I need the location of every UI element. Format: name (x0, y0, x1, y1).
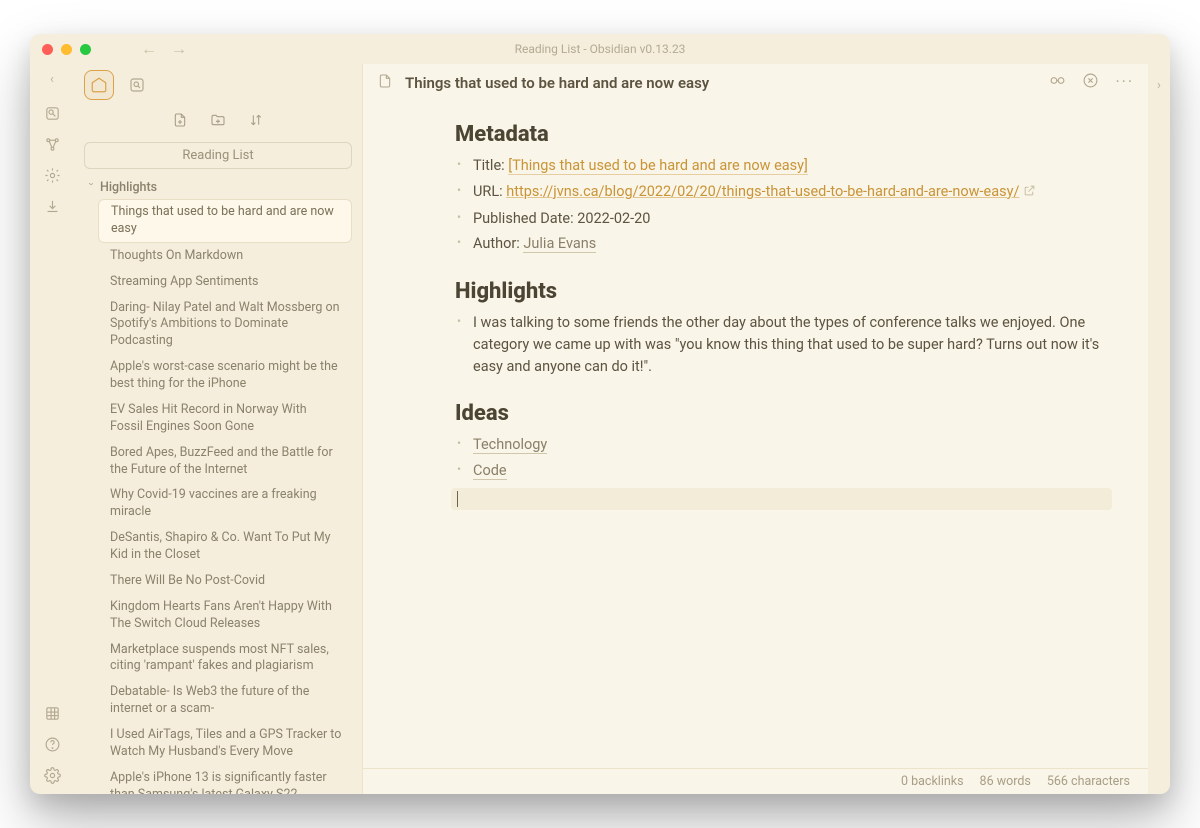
file-tree-item[interactable]: EV Sales Hit Record in Norway With Fossi… (98, 398, 352, 440)
file-tree-item[interactable]: Thoughts On Markdown (98, 244, 352, 269)
file-tree-item[interactable]: Debatable- Is Web3 the future of the int… (98, 680, 352, 722)
file-explorer-tab[interactable] (84, 70, 114, 100)
document-body[interactable]: Metadata Title: [Things that used to be … (363, 102, 1148, 768)
folder-highlights[interactable]: › Highlights (80, 177, 356, 198)
left-ribbon: ‹ (30, 64, 74, 794)
vault-name[interactable]: Reading List (84, 142, 352, 169)
file-tree-item[interactable]: There Will Be No Post-Covid (98, 569, 352, 594)
close-window-button[interactable] (42, 44, 53, 55)
sidebar-actions (74, 106, 362, 142)
chevron-down-icon: › (86, 183, 97, 193)
minimize-window-button[interactable] (61, 44, 72, 55)
close-pane-icon[interactable] (1082, 72, 1099, 93)
meta-url-row: URL: https://jvns.ca/blog/2022/02/20/thi… (455, 179, 1112, 206)
title-link[interactable]: [Things that used to be hard and are now… (508, 157, 808, 175)
window-controls (42, 44, 91, 55)
quick-switcher-icon[interactable] (44, 105, 61, 122)
file-tree-item[interactable]: Marketplace suspends most NFT sales, cit… (98, 638, 352, 680)
meta-author-row: Author: Julia Evans (455, 231, 1112, 257)
active-editor-line[interactable] (451, 488, 1112, 510)
file-tree-item[interactable]: Apple's iPhone 13 is significantly faste… (98, 766, 352, 794)
file-tree-item[interactable]: Apple's worst-case scenario might be the… (98, 355, 352, 397)
file-tree: › Highlights Things that used to be hard… (74, 177, 362, 794)
history-nav: ← → (141, 39, 187, 59)
file-tree-item[interactable]: Streaming App Sentiments (98, 270, 352, 295)
reading-view-icon[interactable] (1049, 72, 1066, 93)
external-link-icon (1023, 182, 1036, 204)
grid-icon[interactable] (44, 705, 61, 722)
idea-link[interactable]: Technology (473, 436, 547, 454)
settings-ribbon-icon[interactable] (44, 167, 61, 184)
editor-pane: Things that used to be hard and are now … (362, 64, 1148, 794)
document-icon (377, 73, 393, 93)
highlights-heading: Highlights (455, 279, 1112, 304)
document-title[interactable]: Things that used to be hard and are now … (405, 74, 1037, 92)
file-tree-item[interactable]: Things that used to be hard and are now … (98, 199, 352, 243)
meta-title-row: Title: [Things that used to be hard and … (455, 153, 1112, 179)
more-options-icon[interactable]: ··· (1115, 72, 1134, 93)
idea-item: Code (455, 458, 1112, 484)
idea-item: Technology (455, 432, 1112, 458)
sidebar: Reading List › Highlights Things that us… (74, 64, 362, 794)
folder-label: Highlights (100, 180, 157, 195)
sort-icon[interactable] (248, 112, 264, 132)
new-note-icon[interactable] (172, 112, 188, 132)
highlight-item: I was talking to some friends the other … (455, 310, 1112, 379)
metadata-heading: Metadata (455, 122, 1112, 147)
idea-link[interactable]: Code (473, 462, 507, 480)
document-header: Things that used to be hard and are now … (363, 64, 1148, 102)
window-title: Reading List - Obsidian v0.13.23 (515, 42, 686, 56)
app-window: ← → Reading List - Obsidian v0.13.23 ‹ (30, 34, 1170, 794)
ideas-heading: Ideas (455, 401, 1112, 426)
url-link[interactable]: https://jvns.ca/blog/2022/02/20/things-t… (506, 183, 1019, 200)
file-tree-item[interactable]: Daring- Nilay Patel and Walt Mossberg on… (98, 296, 352, 355)
status-words: 86 words (980, 774, 1031, 789)
new-folder-icon[interactable] (210, 112, 226, 132)
maximize-window-button[interactable] (80, 44, 91, 55)
status-backlinks[interactable]: 0 backlinks (901, 774, 964, 789)
expand-right-sidebar-button[interactable]: › (1148, 64, 1170, 794)
status-chars: 566 characters (1047, 774, 1130, 789)
forward-button[interactable]: → (171, 39, 187, 59)
author-link[interactable]: Julia Evans (523, 235, 596, 253)
search-tab[interactable] (122, 70, 152, 100)
gear-icon[interactable] (44, 767, 61, 784)
download-icon[interactable] (44, 198, 61, 215)
help-icon[interactable] (44, 736, 61, 753)
collapse-sidebar-button[interactable]: ‹ (50, 72, 54, 87)
file-tree-item[interactable]: I Used AirTags, Tiles and a GPS Tracker … (98, 723, 352, 765)
file-tree-item[interactable]: Bored Apes, BuzzFeed and the Battle for … (98, 441, 352, 483)
meta-published-row: Published Date: 2022-02-20 (455, 206, 1112, 232)
back-button[interactable]: ← (141, 39, 157, 59)
file-tree-item[interactable]: DeSantis, Shapiro & Co. Want To Put My K… (98, 526, 352, 568)
status-bar: 0 backlinks 86 words 566 characters (363, 768, 1148, 794)
file-tree-item[interactable]: Why Covid-19 vaccines are a freaking mir… (98, 483, 352, 525)
file-tree-item[interactable]: Kingdom Hearts Fans Aren't Happy With Th… (98, 595, 352, 637)
graph-view-icon[interactable] (44, 136, 61, 153)
titlebar: ← → Reading List - Obsidian v0.13.23 (30, 34, 1170, 64)
